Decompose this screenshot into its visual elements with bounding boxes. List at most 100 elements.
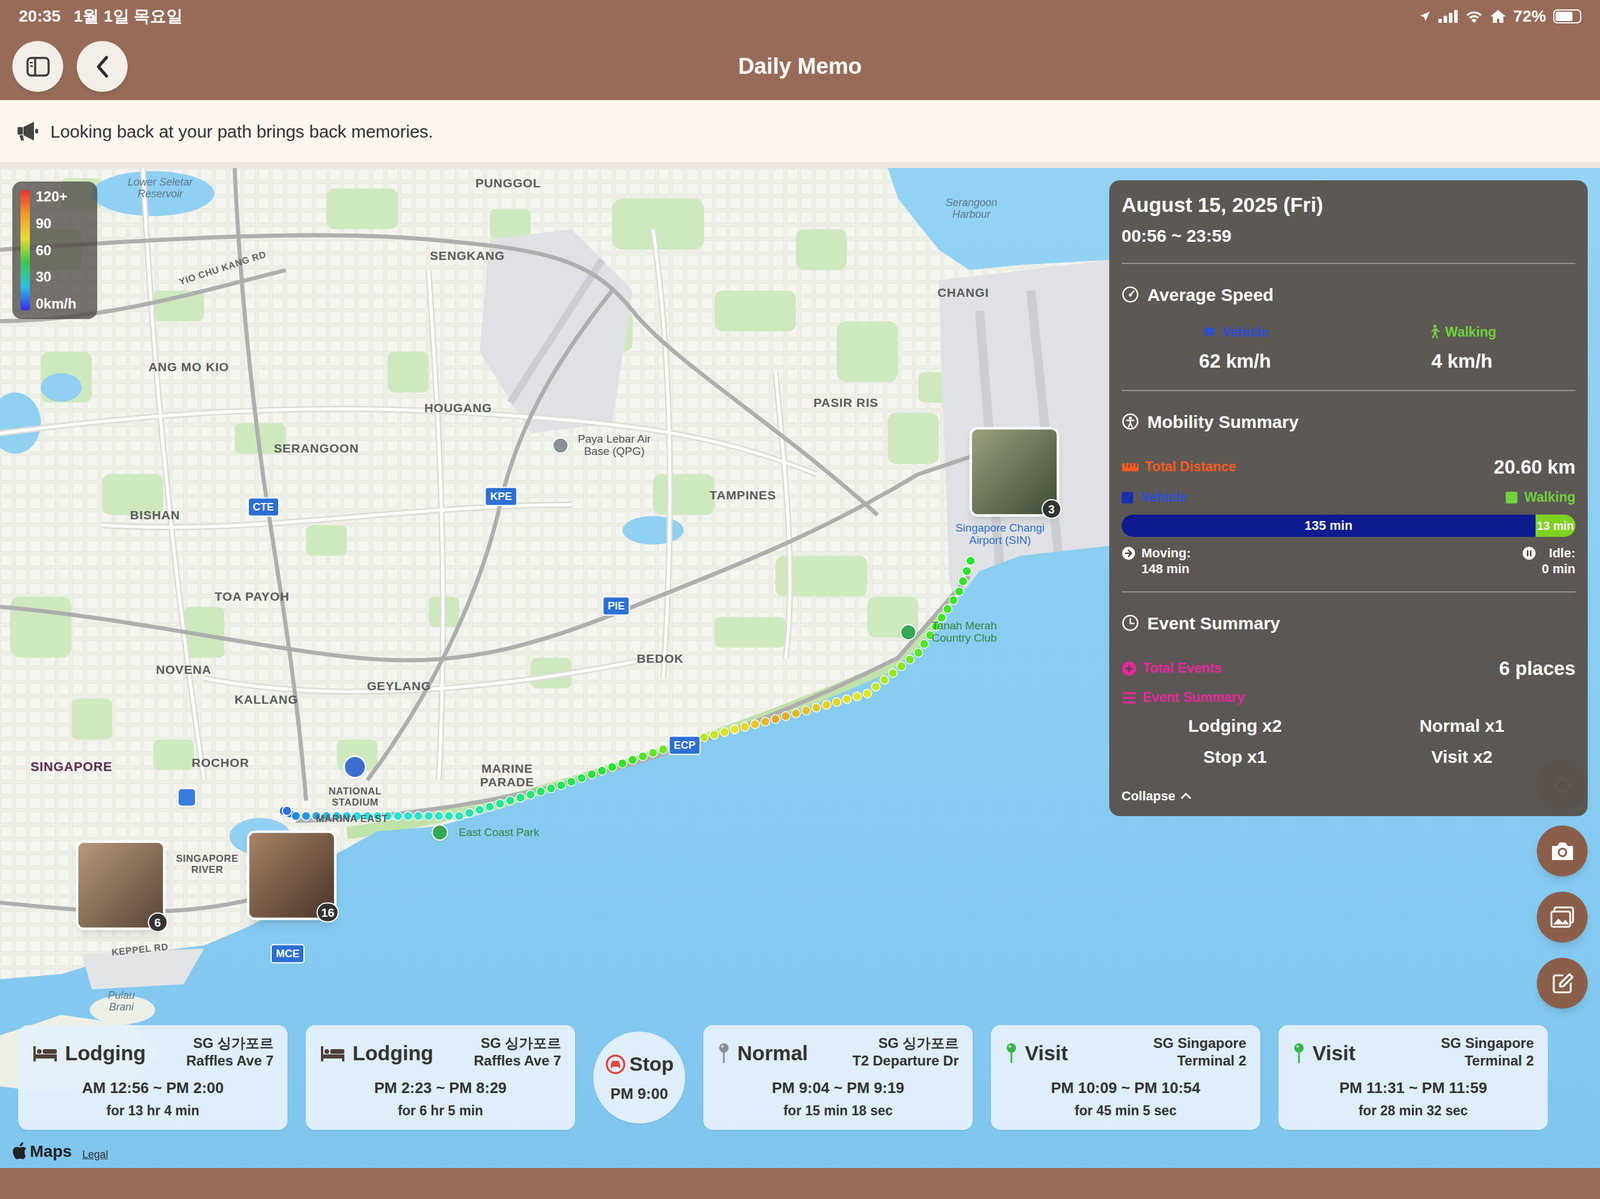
map-label: NOVENA [155,663,212,678]
event-card-top: Lodging SG 싱가포르Raffles Ave 7 [32,1034,274,1070]
total-distance-row: Total Distance 20.60 km [1121,452,1576,482]
vehicle-legend-label: Vehicle [1140,487,1187,508]
event-time: PM 2:23 ~ PM 8:29 [374,1077,507,1100]
event-duration: for 28 min 32 sec [1358,1101,1469,1122]
photo-count-badge: 3 [1041,499,1062,520]
highway-shield: CTE [247,497,280,517]
photos-icon [1549,906,1576,929]
top-bar: 20:351월 1일 목요일72% Daily Memo [0,0,1600,101]
event-region: SG 싱가포르 [878,1034,959,1053]
event-type: Lodging [65,1038,146,1070]
event-card-top: Normal SG 싱가포르T2 Departure Dr [717,1034,959,1070]
route [279,556,976,822]
legend-tick: 0km/h [35,296,77,311]
transit-marker-icon [176,787,197,808]
walking-speed-value: 4 km/h [1431,346,1493,376]
map[interactable]: Lower Seletar ReservoirPUNGGOLSENGKANGYI… [0,168,1600,1169]
highway-shield: ECP [668,736,702,756]
moving: Moving:148 min [1121,545,1191,578]
route-dot [414,811,423,821]
speed-gradient-icon [20,189,30,311]
event-location: SG SingaporeTerminal 2 [1153,1034,1247,1070]
moving-value: 148 min [1141,561,1191,578]
route-dot [720,727,730,737]
event-region: SG Singapore [1440,1034,1534,1053]
visit-event-card[interactable]: VisitSG SingaporeTerminal 2PM 10:09 ~ PM… [990,1025,1261,1131]
route-dot [871,682,881,692]
map-label: SINGAPORE [30,760,113,775]
chevron-left-icon [94,55,111,79]
legend-tick: 30 [35,269,77,285]
route-dot [403,811,413,821]
back-button[interactable] [76,40,128,92]
stop-car-icon [604,1054,627,1076]
route-dot [455,811,464,821]
route-dot [536,787,546,796]
total-events-label-group: Total Events [1121,658,1222,679]
event-duration: for 13 hr 4 min [106,1101,200,1122]
lodging-event-card[interactable]: Lodging SG 싱가포르Raffles Ave 7 AM 12:56 ~ PM… [18,1025,288,1131]
collapse-button[interactable]: Collapse [1121,786,1192,806]
photos-button[interactable] [1536,891,1588,943]
event-region: SG 싱가포르 [193,1034,274,1053]
route-dot [546,784,556,793]
photo-thumbnail[interactable]: 16 [247,830,337,921]
legal-link[interactable]: Legal [82,1149,109,1161]
total-distance-value: 20.60 km [1493,452,1576,482]
map-label: CHANGI [937,285,990,300]
event-type: Normal [737,1038,809,1070]
route-dot [474,805,484,815]
photo-thumbnail[interactable]: 3 [969,427,1059,518]
maps-logo: Maps [12,1142,73,1161]
route-dot [966,556,976,566]
idle-label: Idle: [1549,545,1576,562]
route-dot [526,790,536,800]
legend-tick: 60 [35,243,77,258]
event-time: AM 12:56 ~ PM 2:00 [81,1077,224,1100]
walking-speed-label: Walking [1427,322,1497,343]
visit-event-card[interactable]: VisitSG SingaporeTerminal 2 PM 11:31 ~ PM… [1278,1025,1548,1131]
moving-text: Moving:148 min [1141,545,1191,578]
total-distance-label-group: Total Distance [1121,456,1237,478]
map-label: PASIR RIS [813,395,879,410]
event-type: Lodging [352,1038,434,1070]
map-label: Paya Lebar Air Base (QPG) [570,433,659,458]
route-dot [709,730,719,740]
route-dot [556,781,566,791]
speedometer-icon [1121,285,1140,304]
event-place: Raffles Ave 7 [186,1052,274,1070]
map-label: Serangoon Harbour [936,197,1007,221]
total-distance-label: Total Distance [1144,456,1237,478]
events-total-icon [1121,661,1137,677]
status-left: 20:351월 1일 목요일 [18,4,183,29]
route-dot [897,662,907,672]
route-dot [658,745,668,755]
stop-event-card[interactable]: StopPM 9:00 [593,1031,686,1124]
event-place: T2 Departure Dr [852,1052,959,1070]
route-dot [301,811,311,821]
event-region: SG 싱가포르 [480,1034,562,1053]
event-time: PM 11:31 ~ PM 11:59 [1339,1077,1487,1100]
bed-icon [32,1044,58,1063]
moving-label: Moving: [1141,545,1191,562]
divider [1121,262,1576,265]
normal-event-card[interactable]: Normal SG 싱가포르T2 Departure Dr PM 9:04 ~ PM… [703,1025,973,1131]
map-label: BISHAN [130,508,181,522]
camera-button[interactable] [1536,825,1588,877]
lodging-event-card[interactable]: LodgingSG 싱가포르Raffles Ave 7PM 2:23 ~ PM … [305,1025,576,1131]
edit-button[interactable] [1536,958,1588,1010]
sidebar-button[interactable] [12,40,64,92]
walking-speed: Walking 4 km/h [1348,322,1576,376]
route-dot [291,811,301,821]
route-dot [880,675,890,685]
map-label: Pulau Brani [97,990,145,1014]
event-card-top: LodgingSG 싱가포르Raffles Ave 7 [319,1034,562,1070]
sidebar-icon [26,56,50,77]
route-dot [781,712,791,721]
pin-icon [717,1043,731,1065]
photo-thumbnail[interactable]: 6 [75,840,166,931]
event-card-bottom: PM 9:04 ~ PM 9:19for 15 min 18 sec [717,1077,959,1122]
map-label: PUNGGOL [475,176,542,191]
route-dot [424,811,433,821]
event-card-top: VisitSG SingaporeTerminal 2 [1292,1034,1534,1070]
